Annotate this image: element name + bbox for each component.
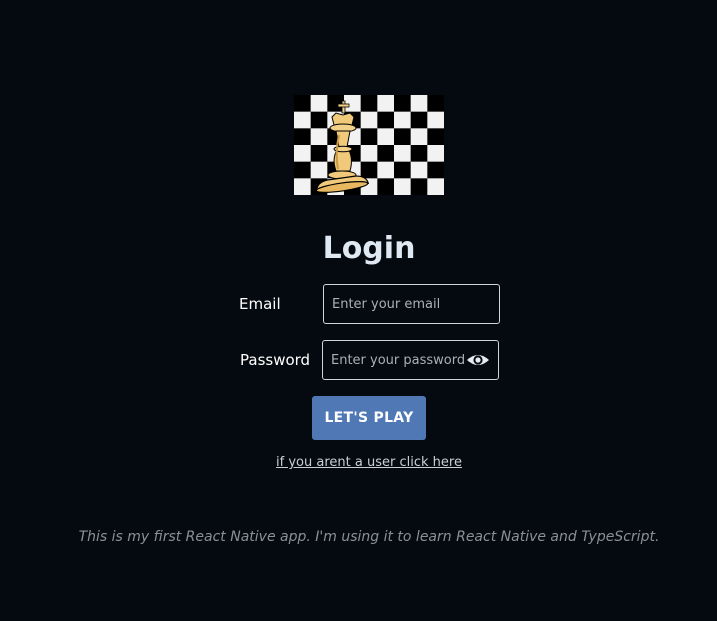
password-field-box (322, 340, 499, 380)
login-screen: Login Email Password LET'S PLAY if you a… (0, 0, 717, 621)
email-label: Email (239, 295, 281, 313)
footer-note: This is my first React Native app. I'm u… (78, 529, 660, 545)
password-label: Password (240, 351, 311, 369)
chess-logo (294, 95, 444, 195)
signup-link[interactable]: if you arent a user click here (0, 454, 717, 472)
eye-icon[interactable] (466, 351, 490, 369)
password-field[interactable] (323, 341, 468, 379)
lets-play-button[interactable]: LET'S PLAY (312, 396, 426, 440)
email-field[interactable] (324, 285, 499, 323)
chess-king-checkerboard-icon (294, 95, 444, 195)
page-title: Login (322, 231, 416, 266)
email-field-box (323, 284, 500, 324)
